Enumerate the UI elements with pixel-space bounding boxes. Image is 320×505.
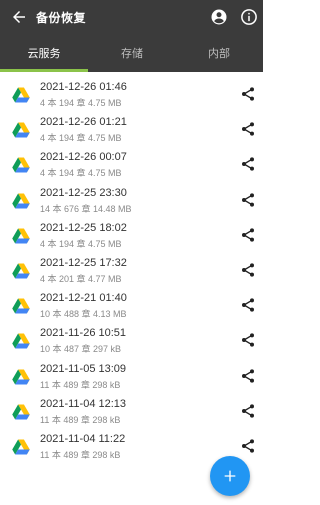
backup-date: 2021-11-04 11:22 — [40, 433, 126, 445]
plus-icon — [224, 470, 236, 482]
google-drive-icon — [12, 369, 30, 385]
google-drive-icon — [12, 157, 30, 173]
google-drive-icon — [12, 263, 30, 279]
share-icon[interactable] — [240, 227, 256, 243]
backup-row[interactable]: 2021-12-25 17:32 4 本 201 章 4.77 MB — [0, 254, 263, 289]
toolbar: 备份恢复 — [0, 0, 263, 34]
backup-date: 2021-12-26 01:46 — [40, 81, 127, 93]
backup-row[interactable]: 2021-12-21 01:40 10 本 488 章 4.13 MB — [0, 289, 263, 324]
info-icon[interactable] — [240, 8, 258, 26]
backup-meta: 4 本 201 章 4.77 MB — [40, 274, 122, 284]
tab-internal[interactable]: 内部 — [175, 40, 263, 68]
page-title: 备份恢复 — [36, 11, 87, 25]
backup-meta: 4 本 194 章 4.75 MB — [40, 238, 122, 249]
tab-indicator — [0, 69, 88, 72]
tab-storage[interactable]: 存储 — [88, 40, 176, 68]
share-icon[interactable] — [240, 262, 256, 278]
tab-bar: 云服务 存储 内部 — [0, 40, 263, 72]
backup-meta: 14 本 676 章 14.48 MB — [40, 203, 132, 214]
backup-meta: 4 本 194 章 4.75 MB — [40, 98, 122, 108]
share-icon[interactable] — [240, 438, 256, 454]
backup-row[interactable]: 2021-12-26 01:21 4 本 194 章 4.75 MB — [0, 113, 263, 148]
backup-meta: 11 本 489 章 298 kB — [40, 450, 121, 460]
backup-row[interactable]: 2021-12-25 18:02 4 本 194 章 4.75 MB — [0, 219, 263, 254]
app-bar: 备份恢复 云服务 存储 内部 — [0, 0, 263, 72]
google-drive-icon — [12, 333, 30, 349]
backup-row[interactable]: 2021-11-04 12:13 11 本 489 章 298 kB — [0, 395, 263, 430]
backup-meta: 4 本 194 章 4.75 MB — [40, 168, 122, 179]
tab-cloud[interactable]: 云服务 — [0, 40, 88, 68]
backup-date: 2021-11-26 10:51 — [40, 327, 127, 340]
account-circle-icon[interactable] — [210, 8, 228, 26]
backup-row[interactable]: 2021-11-05 13:09 11 本 489 章 298 kB — [0, 360, 263, 395]
backup-date: 2021-11-05 13:09 — [40, 362, 127, 375]
backup-row[interactable]: 2021-12-26 01:46 4 本 194 章 4.75 MB — [0, 78, 263, 113]
share-icon[interactable] — [240, 192, 256, 208]
backup-date: 2021-12-25 18:02 — [40, 221, 127, 234]
share-icon[interactable] — [240, 86, 256, 102]
google-drive-icon — [12, 228, 30, 244]
add-backup-button[interactable] — [210, 456, 250, 496]
share-icon[interactable] — [240, 332, 256, 348]
google-drive-icon — [12, 122, 30, 138]
backup-date: 2021-11-04 12:13 — [40, 397, 127, 410]
backup-meta: 10 本 488 章 4.13 MB — [40, 309, 127, 320]
share-icon[interactable] — [240, 403, 256, 419]
backup-date: 2021-12-25 23:30 — [40, 186, 127, 199]
google-drive-icon — [12, 193, 30, 209]
backup-row[interactable]: 2021-11-26 10:51 10 本 487 章 297 kB — [0, 324, 263, 359]
share-icon[interactable] — [240, 368, 256, 384]
share-icon[interactable] — [240, 297, 256, 313]
backup-meta: 10 本 487 章 297 kB — [40, 344, 122, 355]
backup-meta: 11 本 489 章 298 kB — [40, 379, 121, 390]
arrow-left-icon[interactable] — [10, 8, 28, 26]
share-icon[interactable] — [240, 121, 256, 137]
backup-meta: 4 本 194 章 4.75 MB — [40, 133, 122, 144]
google-drive-icon — [12, 404, 30, 420]
google-drive-icon — [12, 298, 30, 314]
backup-date: 2021-12-25 17:32 — [40, 257, 127, 269]
google-drive-icon — [12, 439, 30, 455]
google-drive-icon — [12, 87, 30, 103]
backup-meta: 11 本 489 章 298 kB — [40, 414, 121, 425]
share-icon[interactable] — [240, 156, 256, 172]
backup-row[interactable]: 2021-12-25 23:30 14 本 676 章 14.48 MB — [0, 184, 263, 219]
backup-row[interactable]: 2021-12-26 00:07 4 本 194 章 4.75 MB — [0, 148, 263, 183]
backup-date: 2021-12-26 00:07 — [40, 151, 127, 164]
backup-date: 2021-12-26 01:21 — [40, 116, 127, 129]
backup-date: 2021-12-21 01:40 — [40, 292, 127, 305]
